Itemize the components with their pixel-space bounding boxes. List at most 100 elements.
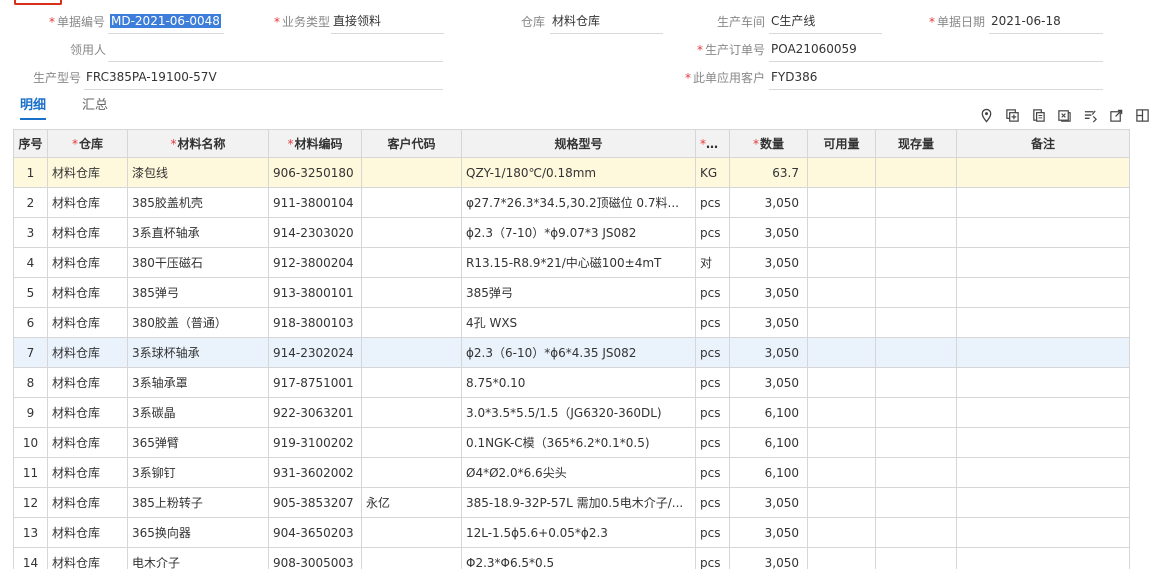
- cell-qty[interactable]: 3,050: [729, 547, 808, 569]
- col-unit-header[interactable]: *计...: [695, 129, 730, 158]
- cell-qty[interactable]: 3,050: [729, 337, 808, 368]
- cell-customer-code[interactable]: [361, 217, 462, 248]
- cell-remark[interactable]: [956, 367, 1130, 398]
- cell-qty[interactable]: 3,050: [729, 217, 808, 248]
- cell-remark[interactable]: [956, 397, 1130, 428]
- cell-warehouse[interactable]: 材料仓库: [47, 157, 128, 188]
- cell-unit[interactable]: pcs: [695, 547, 730, 569]
- cell-material-name[interactable]: 385胶盖机壳: [127, 187, 269, 218]
- cell-customer-code[interactable]: [361, 277, 462, 308]
- cell-qty[interactable]: 3,050: [729, 187, 808, 218]
- cell-stock[interactable]: [875, 187, 957, 218]
- cell-stock[interactable]: [875, 547, 957, 569]
- cell-spec[interactable]: ɸ2.3（6-10）*ɸ6*4.35 JS082: [461, 337, 696, 368]
- cell-customer-code[interactable]: [361, 547, 462, 569]
- col-warehouse-header[interactable]: *仓库: [47, 129, 128, 158]
- cell-warehouse[interactable]: 材料仓库: [47, 277, 128, 308]
- cell-unit[interactable]: pcs: [695, 367, 730, 398]
- prod-order-input[interactable]: POA21060059: [769, 37, 1103, 62]
- biz-type-select[interactable]: 直接领料: [331, 9, 444, 34]
- cell-available[interactable]: [807, 457, 876, 488]
- cell-material-code[interactable]: 912-3800204: [268, 247, 362, 278]
- cell-warehouse[interactable]: 材料仓库: [47, 217, 128, 248]
- col-stock-header[interactable]: 现存量: [875, 129, 957, 158]
- col-customer-code-header[interactable]: 客户代码: [361, 129, 462, 158]
- cell-remark[interactable]: [956, 427, 1130, 458]
- cell-customer-code[interactable]: [361, 157, 462, 188]
- cell-warehouse[interactable]: 材料仓库: [47, 187, 128, 218]
- cell-remark[interactable]: [956, 277, 1130, 308]
- cell-stock[interactable]: [875, 397, 957, 428]
- cell-unit[interactable]: pcs: [695, 457, 730, 488]
- cell-warehouse[interactable]: 材料仓库: [47, 547, 128, 569]
- cell-material-code[interactable]: 918-3800103: [268, 307, 362, 338]
- table-row[interactable]: 1 材料仓库 漆包线 906-3250180 QZY-1/180℃/0.18mm KG 63…: [13, 157, 1130, 188]
- workshop-select[interactable]: C生产线: [769, 9, 882, 34]
- cell-available[interactable]: [807, 487, 876, 518]
- cell-available[interactable]: [807, 517, 876, 548]
- sort-icon[interactable]: [1080, 104, 1100, 126]
- table-row[interactable]: 12 材料仓库 385上粉转子 905-3853207 永亿 385-18.9-32P-5…: [13, 487, 1130, 518]
- cell-qty[interactable]: 3,050: [729, 307, 808, 338]
- cell-material-name[interactable]: 380干压磁石: [127, 247, 269, 278]
- cell-stock[interactable]: [875, 157, 957, 188]
- cell-available[interactable]: [807, 427, 876, 458]
- cell-material-code[interactable]: 917-8751001: [268, 367, 362, 398]
- doc-no-input[interactable]: MD-2021-06-0048: [108, 9, 224, 34]
- cell-available[interactable]: [807, 277, 876, 308]
- table-row[interactable]: 13 材料仓库 365换向器 904-3650203 12L-1.5ɸ5.6+0.05*…: [13, 517, 1130, 548]
- cell-qty[interactable]: 6,100: [729, 427, 808, 458]
- table-row[interactable]: 5 材料仓库 385弹弓 913-3800101 385弹弓 pcs 3,050: [13, 277, 1130, 308]
- cell-remark[interactable]: [956, 157, 1130, 188]
- receiver-input[interactable]: [108, 37, 443, 62]
- cell-remark[interactable]: [956, 457, 1130, 488]
- cell-material-code[interactable]: 904-3650203: [268, 517, 362, 548]
- cell-material-name[interactable]: 3系球杯轴承: [127, 337, 269, 368]
- cell-warehouse[interactable]: 材料仓库: [47, 307, 128, 338]
- cell-warehouse[interactable]: 材料仓库: [47, 337, 128, 368]
- cell-warehouse[interactable]: 材料仓库: [47, 247, 128, 278]
- col-qty-header[interactable]: *数量: [729, 129, 808, 158]
- cell-material-name[interactable]: 3系碳晶: [127, 397, 269, 428]
- cell-spec[interactable]: 385弹弓: [461, 277, 696, 308]
- cell-material-name[interactable]: 3系直杯轴承: [127, 217, 269, 248]
- cell-unit[interactable]: pcs: [695, 397, 730, 428]
- col-material-code-header[interactable]: *材料编码: [268, 129, 362, 158]
- cell-warehouse[interactable]: 材料仓库: [47, 367, 128, 398]
- cell-qty[interactable]: 6,100: [729, 397, 808, 428]
- cell-material-code[interactable]: 906-3250180: [268, 157, 362, 188]
- table-row[interactable]: 11 材料仓库 3系铆钉 931-3602002 Ø4*Ø2.0*6.6尖头 pcs 6,1…: [13, 457, 1130, 488]
- cell-unit[interactable]: pcs: [695, 307, 730, 338]
- cell-stock[interactable]: [875, 247, 957, 278]
- cell-qty[interactable]: 3,050: [729, 517, 808, 548]
- cell-material-name[interactable]: 漆包线: [127, 157, 269, 188]
- cell-available[interactable]: [807, 217, 876, 248]
- cell-material-name[interactable]: 365换向器: [127, 517, 269, 548]
- cell-unit[interactable]: pcs: [695, 187, 730, 218]
- cell-spec[interactable]: 3.0*3.5*5.5/1.5（JG6320-360DL): [461, 397, 696, 428]
- cell-available[interactable]: [807, 157, 876, 188]
- cell-customer-code[interactable]: [361, 367, 462, 398]
- table-row[interactable]: 6 材料仓库 380胶盖（普通） 918-3800103 4孔 WXS pcs 3,050: [13, 307, 1130, 338]
- location-icon[interactable]: [976, 104, 996, 126]
- tab-detail[interactable]: 明细: [20, 96, 47, 122]
- cell-available[interactable]: [807, 397, 876, 428]
- cell-available[interactable]: [807, 367, 876, 398]
- cell-qty[interactable]: 63.7: [729, 157, 808, 188]
- cell-remark[interactable]: [956, 547, 1130, 569]
- cell-available[interactable]: [807, 547, 876, 569]
- cell-qty[interactable]: 3,050: [729, 277, 808, 308]
- cell-warehouse[interactable]: 材料仓库: [47, 517, 128, 548]
- copy-row-icon[interactable]: [1028, 104, 1048, 126]
- cell-warehouse[interactable]: 材料仓库: [47, 427, 128, 458]
- cell-available[interactable]: [807, 247, 876, 278]
- cell-stock[interactable]: [875, 217, 957, 248]
- cell-stock[interactable]: [875, 337, 957, 368]
- cell-unit[interactable]: pcs: [695, 487, 730, 518]
- layout-icon[interactable]: [1132, 104, 1152, 126]
- cell-customer-code[interactable]: [361, 427, 462, 458]
- cell-qty[interactable]: 6,100: [729, 457, 808, 488]
- cell-available[interactable]: [807, 307, 876, 338]
- cell-customer-code[interactable]: 永亿: [361, 487, 462, 518]
- table-row[interactable]: 2 材料仓库 385胶盖机壳 911-3800104 φ27.7*26.3*34.5,3…: [13, 187, 1130, 218]
